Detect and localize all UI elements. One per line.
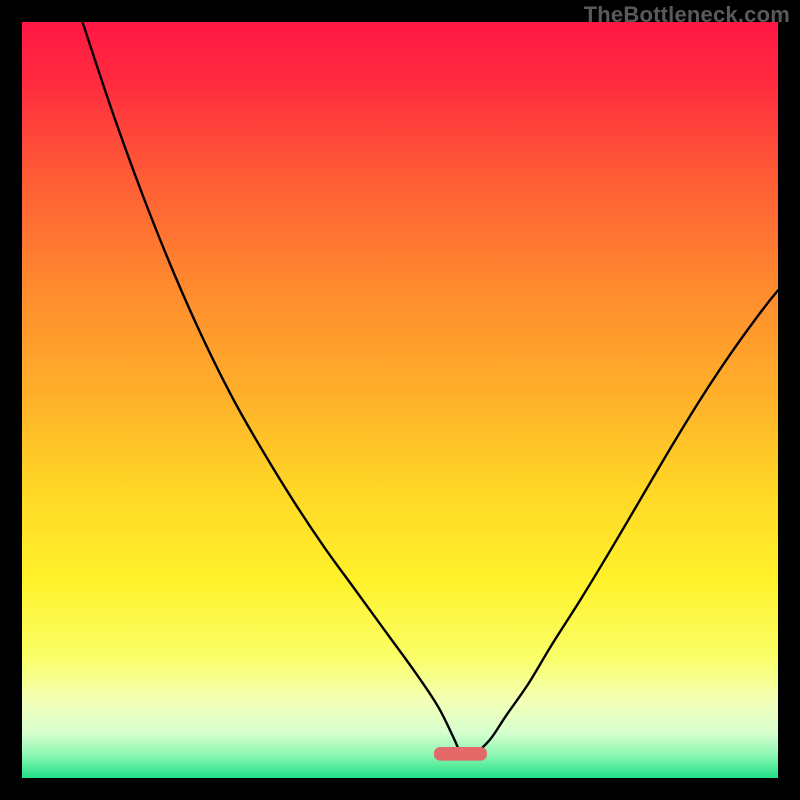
gradient-background: [22, 22, 778, 778]
minimum-marker: [434, 747, 487, 761]
watermark-text: TheBottleneck.com: [584, 2, 790, 28]
plot-svg: [22, 22, 778, 778]
plot-area: [22, 22, 778, 778]
chart-frame: TheBottleneck.com: [0, 0, 800, 800]
